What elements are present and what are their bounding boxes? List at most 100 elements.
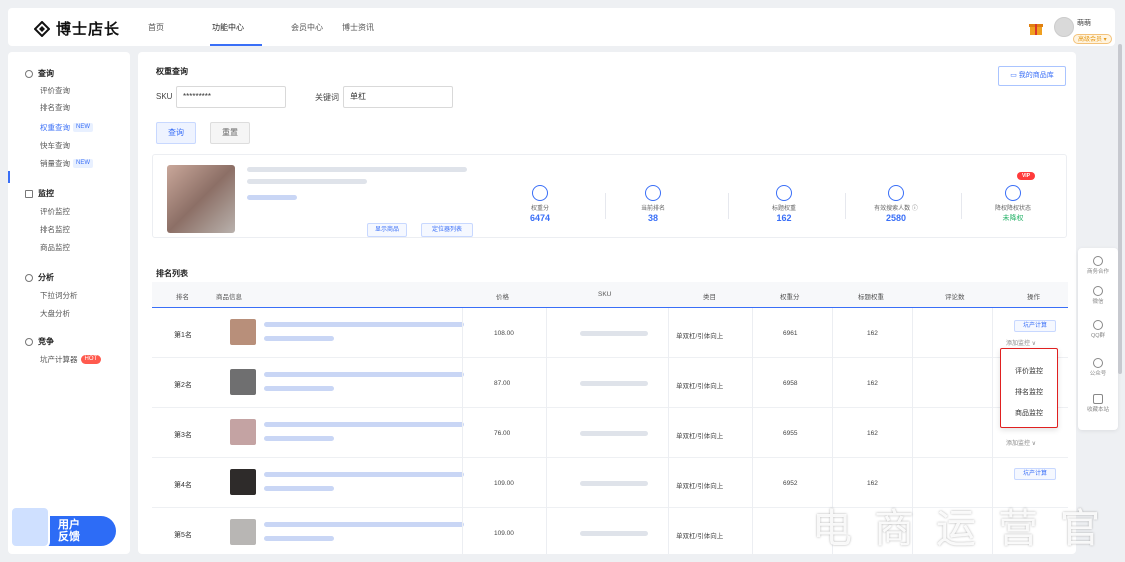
- vip-badge: VIP: [1017, 172, 1035, 180]
- category-cell: 单双杠/引体向上: [676, 483, 724, 490]
- watermark: 电商运营官: [812, 506, 1122, 552]
- sidebar-group-monitor[interactable]: 监控: [25, 188, 54, 199]
- sidebar-item-express-query[interactable]: 快车查询: [40, 140, 70, 151]
- clock-icon: [532, 185, 548, 201]
- keyword-input[interactable]: 单杠: [343, 86, 453, 108]
- feedback-button[interactable]: 用户 反馈: [10, 506, 116, 548]
- title-weight-cell: 162: [867, 380, 878, 387]
- locator-list-button[interactable]: 定位器列表: [421, 223, 473, 237]
- wechat-icon: [1093, 286, 1103, 296]
- logo[interactable]: 博士店长: [34, 18, 120, 39]
- sidebar-active-indicator: [8, 171, 10, 183]
- output-calc-button[interactable]: 坑产计算: [1014, 320, 1056, 332]
- sku-cell: [580, 431, 648, 436]
- dropdown-item-rank-monitor[interactable]: 排名监控: [1001, 387, 1057, 397]
- price-cell: 87.00: [494, 380, 511, 387]
- sku-cell: [580, 531, 648, 536]
- sidebar-item-rank-query[interactable]: 排名查询: [40, 102, 70, 113]
- avatar[interactable]: [1054, 17, 1074, 37]
- new-badge: NEW: [73, 123, 93, 132]
- rank-cell: 第4名: [174, 482, 192, 489]
- sidebar-item-rank-monitor[interactable]: 排名监控: [40, 224, 70, 235]
- product-thumbnail[interactable]: [230, 319, 256, 345]
- sidebar-item-sales-query[interactable]: 销量查询 NEW: [40, 158, 93, 169]
- sku-cell: [580, 331, 648, 336]
- tab-membership[interactable]: 会员中心: [291, 22, 323, 33]
- product-card: 显示商品 定位器列表 权重分 6474 当前排名 38 标题权重 162 有效搜…: [152, 154, 1067, 238]
- table-row: 第3名 76.00 单双杠/引体向上 6955 162 添加监控 ∨: [152, 408, 1068, 458]
- sidebar-item-dropdown-analysis[interactable]: 下拉词分析: [40, 290, 78, 301]
- target-icon: [25, 337, 33, 346]
- member-badge[interactable]: 高级会员 ▾: [1073, 34, 1112, 44]
- table-row: 第1名 108.00 单双杠/引体向上 6961 162 坑产计算 添加监控 ∨: [152, 308, 1068, 358]
- arrow-icon: [1005, 185, 1021, 201]
- hot-badge: HOT: [80, 355, 102, 364]
- product-title-link[interactable]: [264, 522, 464, 527]
- official-account-button[interactable]: 公众号: [1078, 358, 1118, 377]
- monitor-dropdown: 评价监控 排名监控 商品监控: [1000, 348, 1058, 428]
- users-icon: [888, 185, 904, 201]
- show-product-button[interactable]: 显示商品: [367, 223, 407, 237]
- weight-cell: 6952: [783, 480, 798, 487]
- chart-icon: [645, 185, 661, 201]
- gift-icon[interactable]: [1028, 20, 1044, 36]
- table-row: 第2名 87.00 单双杠/引体向上 6958 162: [152, 358, 1068, 408]
- sidebar-group-query[interactable]: 查询: [25, 68, 54, 79]
- output-calc-button[interactable]: 坑产计算: [1014, 468, 1056, 480]
- sidebar-item-weight-query[interactable]: 权重查询 NEW: [40, 122, 93, 133]
- product-thumbnail[interactable]: [230, 419, 256, 445]
- dropdown-item-review-monitor[interactable]: 评价监控: [1001, 366, 1057, 376]
- keyword-label: 关键词: [315, 93, 339, 102]
- product-title-link[interactable]: [264, 472, 464, 477]
- sku-input[interactable]: *********: [176, 86, 286, 108]
- product-thumbnail[interactable]: [230, 369, 256, 395]
- tab-features[interactable]: 功能中心: [212, 22, 244, 33]
- rank-cell: 第5名: [174, 532, 192, 539]
- product-thumbnail[interactable]: [230, 469, 256, 495]
- query-button[interactable]: 查询: [156, 122, 196, 144]
- product-image[interactable]: [167, 165, 235, 233]
- bookmark-button[interactable]: 收藏本站: [1078, 394, 1118, 413]
- sidebar-item-market-analysis[interactable]: 大盘分析: [40, 308, 70, 319]
- stat-downgrade-status: 降权降权状态 未降权: [973, 185, 1053, 223]
- qq-group-button[interactable]: QQ群: [1078, 320, 1118, 339]
- stat-current-rank: 当前排名 38: [628, 185, 678, 223]
- category-cell: 单双杠/引体向上: [676, 433, 724, 440]
- sku-cell: [580, 481, 648, 486]
- tab-active-indicator: [210, 44, 262, 46]
- product-thumbnail[interactable]: [230, 519, 256, 545]
- section-title: 权重查询: [156, 67, 188, 76]
- sidebar-item-product-monitor[interactable]: 商品监控: [40, 242, 70, 253]
- sidebar-item-review-query[interactable]: 评价查询: [40, 85, 70, 96]
- sidebar-group-analysis[interactable]: 分析: [25, 272, 54, 283]
- tab-home[interactable]: 首页: [148, 22, 164, 33]
- product-title-link[interactable]: [264, 422, 464, 427]
- weight-cell: 6961: [783, 330, 798, 337]
- add-monitor-button[interactable]: 添加监控 ∨: [1006, 338, 1036, 347]
- star-icon: [1093, 394, 1103, 404]
- stat-title-weight: 标题权重 162: [759, 185, 809, 223]
- scrollbar[interactable]: [1118, 44, 1122, 374]
- stat-effective-searchers: 有效搜索人数 ⓘ 2580: [856, 185, 936, 223]
- product-title-link[interactable]: [264, 322, 464, 327]
- reset-button[interactable]: 重置: [210, 122, 250, 144]
- floating-toolbar: 商务合作 微信 QQ群 公众号 收藏本站: [1078, 248, 1118, 430]
- title-weight-cell: 162: [867, 480, 878, 487]
- business-cooperation-button[interactable]: 商务合作: [1078, 256, 1118, 275]
- sidebar-group-compete[interactable]: 竞争: [25, 336, 54, 347]
- my-product-library-button[interactable]: ▭ 我的商品库: [998, 66, 1066, 86]
- add-monitor-button[interactable]: 添加监控 ∨: [1006, 438, 1036, 447]
- wechat-button[interactable]: 微信: [1078, 286, 1118, 305]
- sidebar-item-output-calculator[interactable]: 坑产计算器 HOT: [40, 354, 102, 365]
- product-title-link[interactable]: [264, 372, 464, 377]
- dropdown-item-product-monitor[interactable]: 商品监控: [1001, 408, 1057, 418]
- category-cell: 单双杠/引体向上: [676, 333, 724, 340]
- list-icon: [776, 185, 792, 201]
- logo-icon: [34, 20, 50, 37]
- title-weight-cell: 162: [867, 330, 878, 337]
- search-icon: [25, 69, 33, 78]
- new-badge: NEW: [73, 159, 93, 168]
- tab-news[interactable]: 博士资讯: [342, 22, 374, 33]
- top-bar: 博士店长 首页 功能中心 会员中心 博士资讯 萌萌 高级会员 ▾: [8, 8, 1115, 46]
- sidebar-item-review-monitor[interactable]: 评价监控: [40, 206, 70, 217]
